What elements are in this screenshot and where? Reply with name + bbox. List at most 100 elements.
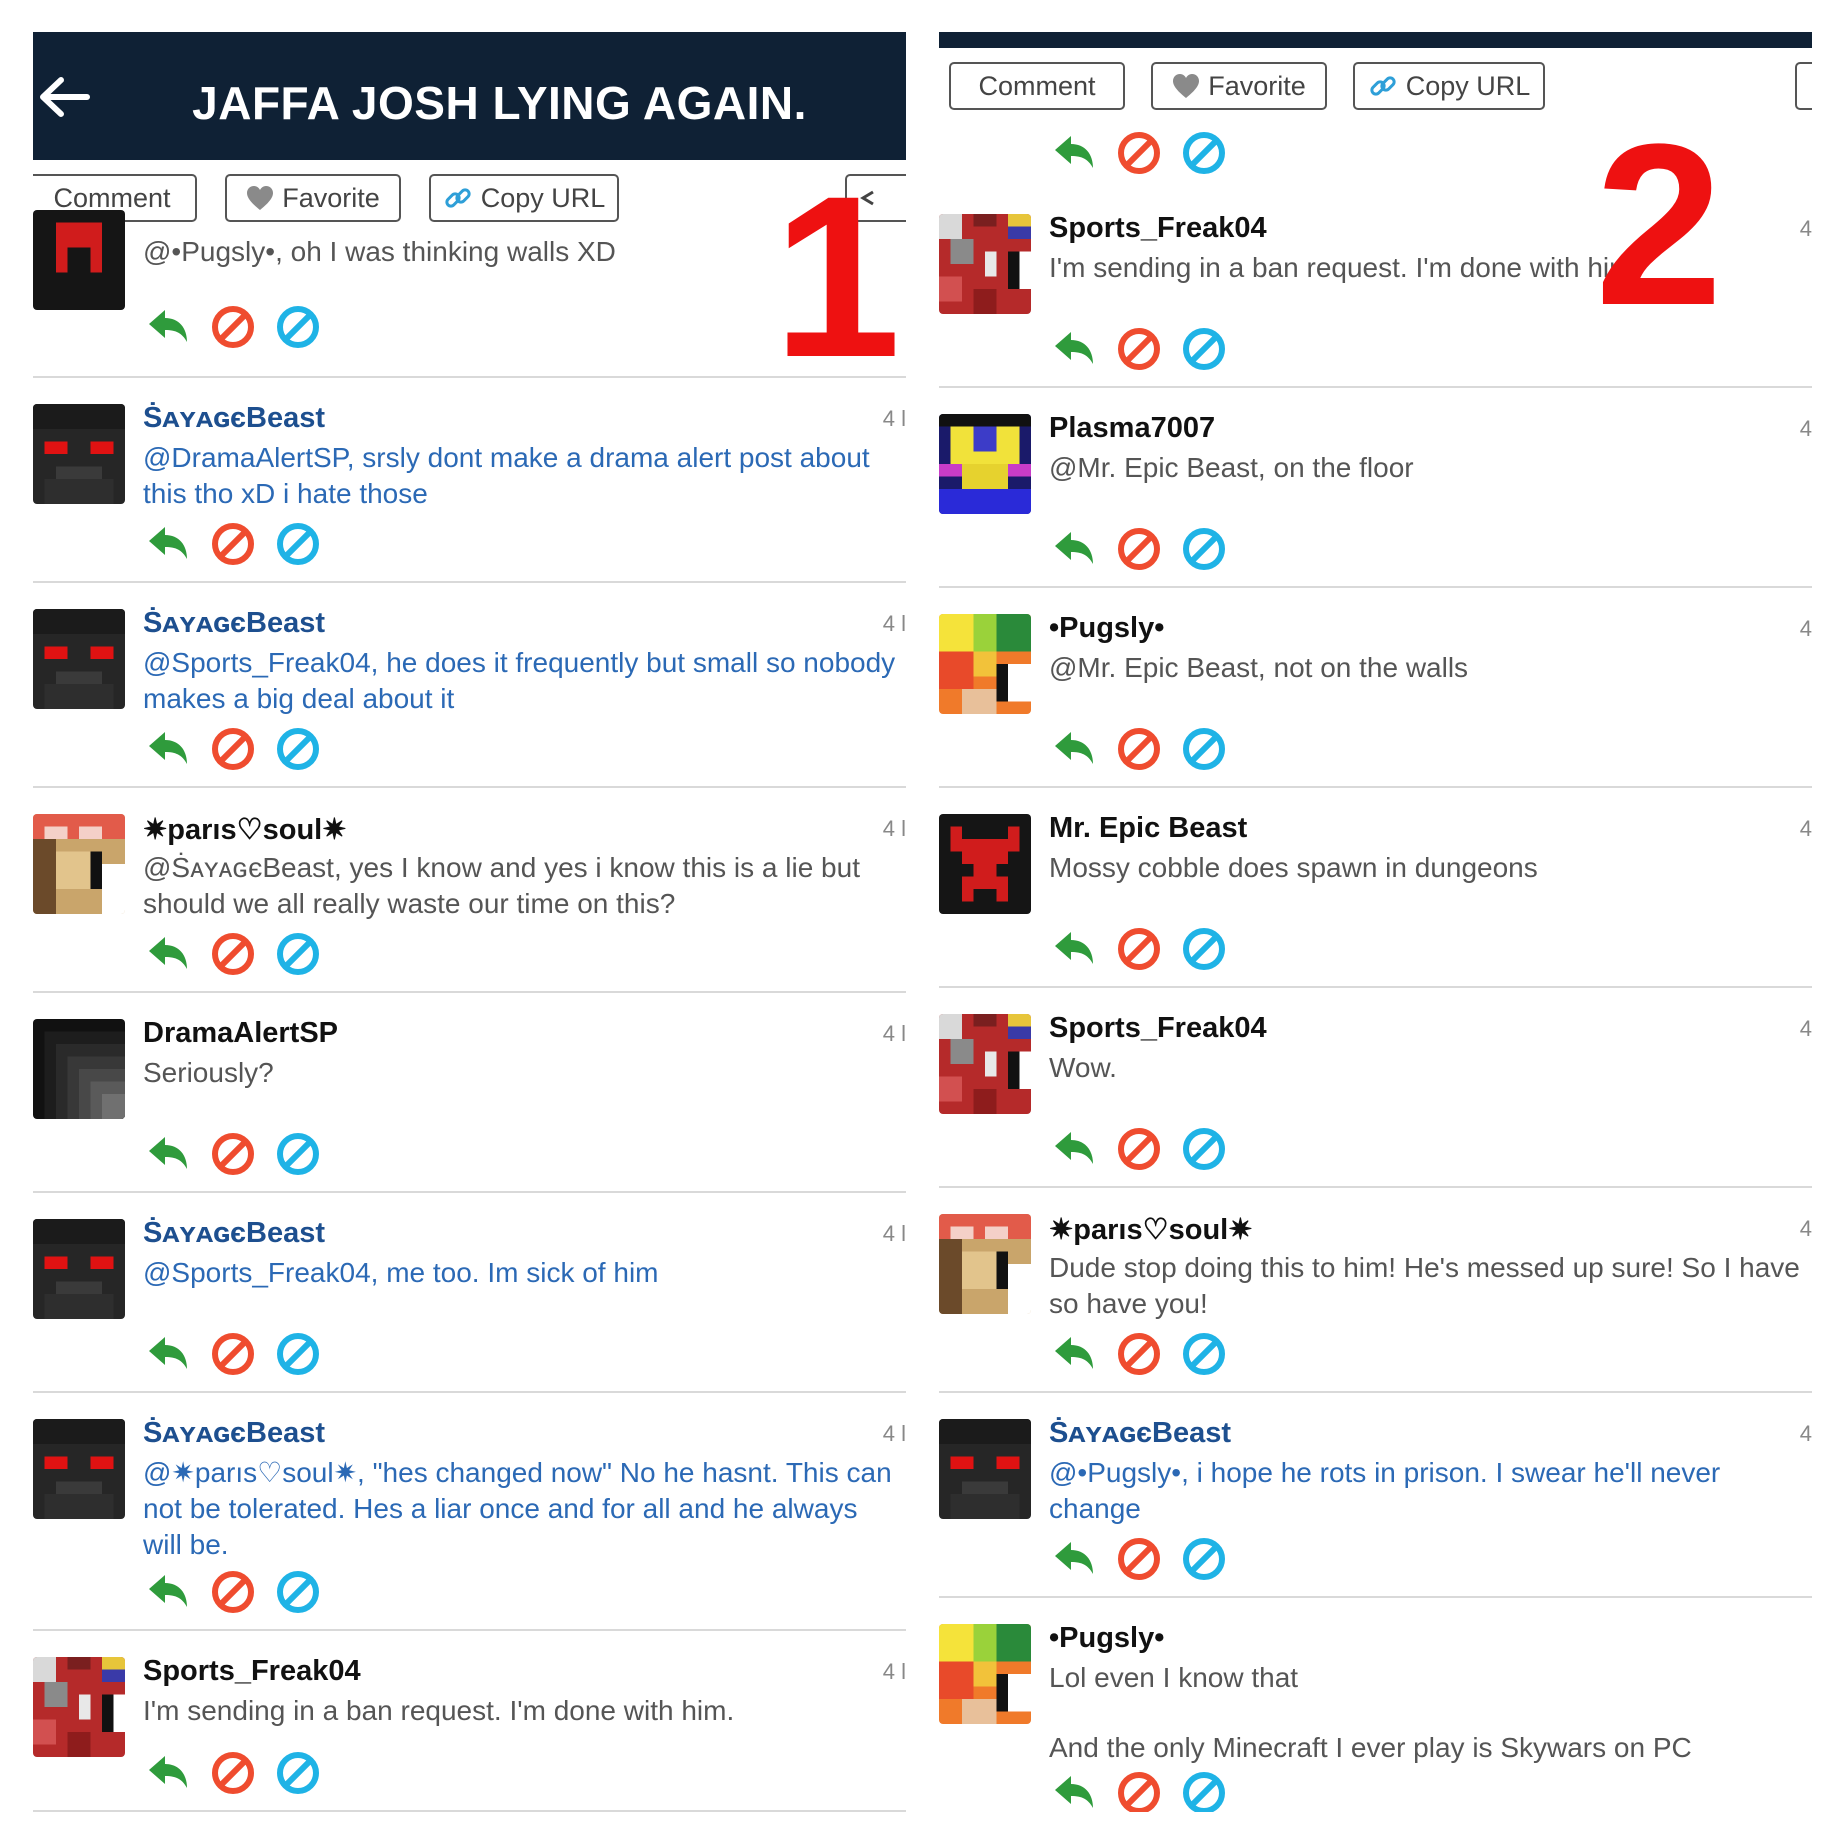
- user-avatar[interactable]: [33, 609, 125, 709]
- dislike-icon[interactable]: [1181, 1126, 1227, 1172]
- user-avatar[interactable]: [939, 1214, 1031, 1314]
- block-icon[interactable]: [210, 304, 256, 350]
- comment-username[interactable]: Sports_Freak04: [1049, 1012, 1267, 1045]
- user-avatar[interactable]: [939, 1624, 1031, 1724]
- comment-username[interactable]: ṠᴀʏᴀɢєBeast: [143, 1217, 325, 1250]
- block-icon[interactable]: [210, 1131, 256, 1177]
- block-icon[interactable]: [1116, 926, 1162, 972]
- comment-username[interactable]: ✷parıs♡soul✷: [1049, 1212, 1253, 1247]
- comment-username[interactable]: Mr. Epic Beast: [1049, 812, 1247, 845]
- comment-username[interactable]: ṠᴀʏᴀɢєBeast: [143, 607, 325, 640]
- reply-arrow-icon[interactable]: [1051, 130, 1097, 176]
- comment-username[interactable]: ṠᴀʏᴀɢєBeast: [143, 402, 325, 435]
- dislike-icon[interactable]: [1181, 1536, 1227, 1582]
- dislike-icon[interactable]: [275, 726, 321, 772]
- link-icon: [1370, 76, 1396, 96]
- dislike-icon[interactable]: [1181, 326, 1227, 372]
- user-avatar[interactable]: [939, 1419, 1031, 1519]
- copy-url-button[interactable]: Copy URL: [429, 174, 619, 222]
- user-avatar[interactable]: [939, 614, 1031, 714]
- copy-url-button-label: Copy URL: [1405, 70, 1531, 101]
- comment-username[interactable]: •Pugsly•: [1049, 612, 1164, 645]
- comment-username[interactable]: ṠᴀʏᴀɢєBeast: [143, 1417, 325, 1450]
- comment-username[interactable]: Plasma7007: [1049, 412, 1215, 445]
- dislike-icon[interactable]: [275, 1131, 321, 1177]
- user-avatar[interactable]: [33, 1019, 125, 1119]
- comment-username[interactable]: Sports_Freak04: [1049, 212, 1267, 245]
- comment-username[interactable]: Sports_Freak04: [143, 1655, 361, 1688]
- reply-arrow-icon[interactable]: [145, 1569, 191, 1615]
- block-icon[interactable]: [210, 726, 256, 772]
- comment-username[interactable]: DramaAlertSP: [143, 1017, 338, 1050]
- reply-arrow-icon[interactable]: [145, 1331, 191, 1377]
- block-icon[interactable]: [210, 521, 256, 567]
- user-avatar[interactable]: [939, 214, 1031, 314]
- block-icon[interactable]: [210, 1569, 256, 1615]
- user-avatar[interactable]: [33, 1219, 125, 1319]
- block-icon[interactable]: [210, 1331, 256, 1377]
- block-icon[interactable]: [210, 931, 256, 977]
- dislike-icon[interactable]: [1181, 726, 1227, 772]
- reply-arrow-icon[interactable]: [1051, 1126, 1097, 1172]
- user-avatar[interactable]: [939, 1014, 1031, 1114]
- copy-url-button-label: Copy URL: [480, 182, 606, 213]
- reply-arrow-icon[interactable]: [1051, 326, 1097, 372]
- comment-username[interactable]: ṠᴀʏᴀɢєBeast: [1049, 1417, 1231, 1450]
- dislike-icon[interactable]: [1181, 526, 1227, 572]
- favorite-button[interactable]: Favorite: [225, 174, 401, 222]
- comment-timestamp: 4: [1799, 1216, 1812, 1241]
- copy-url-button[interactable]: Copy URL: [1353, 62, 1545, 110]
- block-icon[interactable]: [1116, 1536, 1162, 1582]
- block-icon[interactable]: [1116, 1770, 1162, 1812]
- back-arrow-icon[interactable]: [35, 74, 95, 120]
- reply-arrow-icon[interactable]: [1051, 1770, 1097, 1812]
- comment-button[interactable]: Comment: [949, 62, 1125, 110]
- reply-arrow-icon[interactable]: [145, 1131, 191, 1177]
- heart-icon: [247, 186, 274, 210]
- block-icon[interactable]: [1116, 1126, 1162, 1172]
- block-icon[interactable]: [210, 1750, 256, 1796]
- dislike-icon[interactable]: [1181, 1770, 1227, 1812]
- user-avatar[interactable]: [33, 1657, 125, 1757]
- comment-text: @Mr. Epic Beast, on the floor: [1049, 452, 1414, 483]
- share-button[interactable]: [1795, 62, 1812, 110]
- favorite-button[interactable]: Favorite: [1151, 62, 1327, 110]
- user-avatar[interactable]: [33, 814, 125, 914]
- user-avatar[interactable]: [33, 210, 125, 310]
- dislike-icon[interactable]: [275, 521, 321, 567]
- reply-arrow-icon[interactable]: [145, 931, 191, 977]
- dislike-icon[interactable]: [275, 931, 321, 977]
- dislike-icon[interactable]: [275, 1569, 321, 1615]
- comment-username[interactable]: •Pugsly•: [1049, 1622, 1164, 1655]
- reply-arrow-icon[interactable]: [145, 1750, 191, 1796]
- user-avatar[interactable]: [939, 414, 1031, 514]
- reply-arrow-icon[interactable]: [145, 521, 191, 567]
- reply-arrow-icon[interactable]: [1051, 926, 1097, 972]
- reply-arrow-icon[interactable]: [1051, 726, 1097, 772]
- reply-arrow-icon[interactable]: [1051, 1331, 1097, 1377]
- user-avatar[interactable]: [33, 1419, 125, 1519]
- dislike-icon[interactable]: [275, 1750, 321, 1796]
- reply-arrow-icon[interactable]: [1051, 526, 1097, 572]
- block-icon[interactable]: [1116, 130, 1162, 176]
- block-icon[interactable]: [1116, 1331, 1162, 1377]
- reply-arrow-icon[interactable]: [145, 304, 191, 350]
- comment-text: @✷parıs♡soul✷, "hes changed now" No he h…: [143, 1457, 892, 1560]
- dislike-icon[interactable]: [275, 304, 321, 350]
- link-icon: [445, 188, 471, 208]
- block-icon[interactable]: [1116, 726, 1162, 772]
- reply-arrow-icon[interactable]: [1051, 1536, 1097, 1582]
- comment-item: Sports_Freak04 4 Wow.: [939, 988, 1812, 1188]
- block-icon[interactable]: [1116, 326, 1162, 372]
- dislike-icon[interactable]: [1181, 1331, 1227, 1377]
- comment-timestamp: 4 l: [882, 1221, 906, 1246]
- user-avatar[interactable]: [33, 404, 125, 504]
- reply-arrow-icon[interactable]: [145, 726, 191, 772]
- dislike-icon[interactable]: [275, 1331, 321, 1377]
- dislike-icon[interactable]: [1181, 926, 1227, 972]
- comment-timestamp: 4 l: [882, 406, 906, 431]
- dislike-icon[interactable]: [1181, 130, 1227, 176]
- block-icon[interactable]: [1116, 526, 1162, 572]
- user-avatar[interactable]: [939, 814, 1031, 914]
- comment-username[interactable]: ✷parıs♡soul✷: [143, 812, 347, 847]
